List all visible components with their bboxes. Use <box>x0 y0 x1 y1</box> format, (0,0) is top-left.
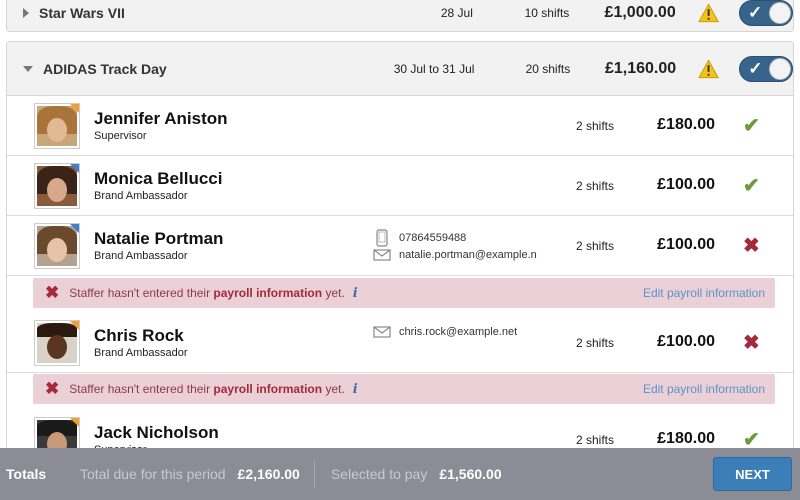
cross-icon: ✖ <box>743 235 760 257</box>
email-address: natalie.portman@example.n <box>399 249 537 261</box>
next-button[interactable]: NEXT <box>713 457 792 491</box>
cross-icon: ✖ <box>45 379 60 398</box>
toggle-check-icon: ✓ <box>747 2 763 22</box>
selected-value: £1,560.00 <box>439 466 502 482</box>
edit-payroll-link[interactable]: Edit payroll information <box>643 286 765 300</box>
toggle-check-icon: ✓ <box>748 58 763 78</box>
staffer-email[interactable]: chris.rock@example.net <box>371 326 517 338</box>
staffer-shifts: 2 shifts <box>575 179 614 193</box>
cross-icon: ✖ <box>743 332 760 354</box>
envelope-icon <box>371 326 393 338</box>
info-icon[interactable]: i <box>353 286 358 301</box>
staffer-shifts: 2 shifts <box>575 239 614 253</box>
warning-icon <box>697 2 719 22</box>
staffer-role: Brand Ambassador <box>94 347 188 359</box>
phone-number: 07864559488 <box>399 232 467 244</box>
selected-label: Selected to pay <box>330 466 428 482</box>
avatar <box>34 103 80 149</box>
event-dates: 28 Jul <box>440 5 473 20</box>
event-dates: 30 Jul to 31 Jul <box>393 61 475 76</box>
warning-icon <box>698 58 720 78</box>
staffer-phone[interactable]: 07864559488 <box>371 229 466 247</box>
expand-caret-icon[interactable] <box>23 7 29 18</box>
event-shifts: 10 shifts <box>524 5 570 20</box>
staffer-amount: £100.00 <box>657 176 715 193</box>
event-total: £1,000.00 <box>604 3 676 21</box>
alert-text-suffix: yet. <box>325 286 345 300</box>
staffer-list: Jennifer Aniston Supervisor 2 shifts £18… <box>6 96 794 500</box>
staffer-name: Chris Rock <box>94 326 184 345</box>
staffer-role: Brand Ambassador <box>94 250 188 262</box>
alert-text-bold: payroll information <box>213 286 323 300</box>
toggle-knob <box>769 1 792 24</box>
toggle-knob <box>769 57 792 80</box>
staffer-name: Jennifer Aniston <box>94 109 228 128</box>
staffer-row: Natalie Portman Brand Ambassador 0786455… <box>7 216 793 276</box>
pay-toggle[interactable]: ✓ <box>739 55 794 82</box>
staffer-name: Jack Nicholson <box>94 423 219 442</box>
avatar <box>34 320 80 366</box>
avatar <box>34 223 80 269</box>
total-due-label: Total due for this period <box>80 466 226 482</box>
staffer-row: Chris Rock Brand Ambassador chris.rock@e… <box>7 313 793 373</box>
event-name: ADIDAS Track Day <box>43 60 167 77</box>
email-address: chris.rock@example.net <box>399 326 518 338</box>
staffer-amount: £180.00 <box>657 116 715 133</box>
staffer-row: Monica Bellucci Brand Ambassador 2 shift… <box>7 156 793 216</box>
checkmark-icon: ✔ <box>743 115 760 137</box>
totals-bar: Totals Total due for this period £2,160.… <box>0 448 800 500</box>
collapse-caret-icon[interactable] <box>23 65 33 72</box>
payroll-alert: ✖ Staffer hasn't entered their payroll i… <box>33 374 775 404</box>
alert-text-prefix: Staffer hasn't entered their <box>69 286 211 300</box>
event-shifts: 20 shifts <box>525 61 571 76</box>
staffer-name: Monica Bellucci <box>94 169 223 188</box>
pay-toggle[interactable]: ✓ <box>738 0 794 26</box>
payroll-alert: ✖ Staffer hasn't entered their payroll i… <box>33 278 775 308</box>
total-due-value: £2,160.00 <box>237 466 300 482</box>
event-total: £1,160.00 <box>604 59 677 77</box>
mobile-phone-icon <box>371 229 393 247</box>
staffer-email[interactable]: natalie.portman@example.n <box>371 249 537 261</box>
event-name: Star Wars VII <box>39 4 125 21</box>
event-row-adidas[interactable]: ADIDAS Track Day 30 Jul to 31 Jul 20 shi… <box>6 41 794 96</box>
alert-text-suffix: yet. <box>325 382 345 396</box>
divider <box>313 460 315 488</box>
staffer-row: Jennifer Aniston Supervisor 2 shifts £18… <box>7 96 793 156</box>
event-row-star-wars[interactable]: Star Wars VII 28 Jul 10 shifts £1,000.00… <box>6 0 794 32</box>
info-icon[interactable]: i <box>353 382 358 397</box>
staffer-amount: £100.00 <box>657 236 715 253</box>
staffer-amount: £180.00 <box>657 430 715 447</box>
alert-text-bold: payroll information <box>213 382 323 396</box>
checkmark-icon: ✔ <box>743 175 760 197</box>
staffer-shifts: 2 shifts <box>575 336 614 350</box>
staffer-role: Supervisor <box>94 130 147 142</box>
edit-payroll-link[interactable]: Edit payroll information <box>643 382 765 396</box>
totals-title: Totals <box>6 466 47 482</box>
staffer-role: Brand Ambassador <box>94 190 188 202</box>
cross-icon: ✖ <box>45 283 60 302</box>
envelope-icon <box>371 249 393 261</box>
staffer-shifts: 2 shifts <box>575 119 614 133</box>
avatar <box>34 163 80 209</box>
staffer-amount: £100.00 <box>657 333 715 350</box>
alert-text-prefix: Staffer hasn't entered their <box>69 382 211 396</box>
staffer-shifts: 2 shifts <box>575 433 614 447</box>
staffer-name: Natalie Portman <box>94 229 224 248</box>
